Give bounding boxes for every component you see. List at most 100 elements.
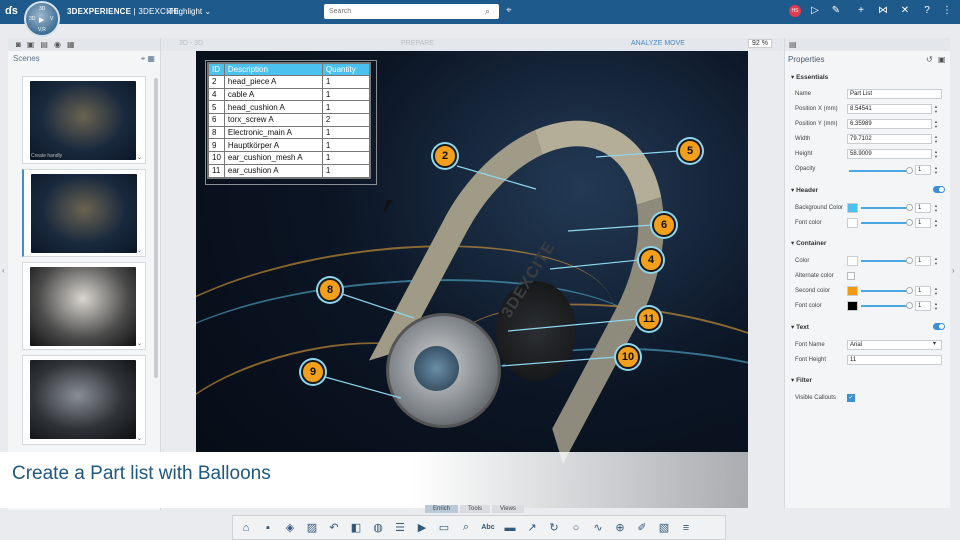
alt-color-checkbox[interactable] [847, 272, 855, 280]
tag-icon[interactable]: ⌖ [506, 5, 512, 16]
save-icon[interactable]: ▪ [259, 522, 277, 534]
text-icon[interactable]: Abc [479, 524, 497, 531]
section-header[interactable]: Header [791, 186, 818, 194]
tab-tools[interactable]: Tools [460, 505, 491, 513]
bg-color-swatch[interactable] [847, 203, 858, 213]
section-text[interactable]: Text [791, 323, 809, 331]
container-font-slider[interactable] [861, 305, 909, 307]
bg-color-field[interactable]: 1 [915, 203, 931, 213]
balloon-6[interactable]: 6 [652, 213, 676, 237]
second-slider-handle[interactable] [906, 287, 913, 294]
header-font-field[interactable]: 1 [915, 218, 931, 228]
cube-icon[interactable]: ◈ [281, 521, 299, 534]
part-list-table[interactable]: ID Description Quantity 2 head_piece A1 4… [208, 63, 370, 178]
container-slider-handle[interactable] [906, 257, 913, 264]
balloon-9[interactable]: 9 [301, 360, 325, 384]
rotate-icon[interactable]: ↻ [545, 521, 563, 534]
tools-icon[interactable]: ✕ [898, 5, 912, 16]
align-icon[interactable]: ≡ [677, 522, 695, 534]
section-essentials[interactable]: Essentials [791, 73, 828, 81]
curve-icon[interactable]: ∿ [589, 521, 607, 534]
font-height-field[interactable]: 11 [847, 355, 942, 365]
annotation-icon[interactable]: ⌕ [457, 521, 475, 534]
opacity-field[interactable]: 1 [915, 165, 931, 175]
container-font-swatch[interactable] [847, 301, 858, 311]
tab-views[interactable]: Views [492, 505, 524, 513]
gallery-icon[interactable]: ▦ [67, 40, 75, 49]
paint-icon[interactable]: ✐ [633, 521, 651, 534]
record-icon[interactable]: ◉ [54, 40, 61, 49]
visible-callouts-checkbox[interactable]: ✓ [847, 394, 855, 402]
camera-icon[interactable]: ◙ [16, 40, 21, 49]
width-stepper[interactable]: ▲ ▼ [932, 134, 940, 144]
layers-icon[interactable]: ☰ [391, 521, 409, 534]
search-input[interactable] [324, 4, 499, 19]
scene-thumbnail-2[interactable]: ⌄ [22, 169, 146, 257]
container-stepper[interactable]: ▲ ▼ [932, 256, 940, 266]
second-color-swatch[interactable] [847, 286, 858, 296]
balloon-10[interactable]: 10 [616, 345, 640, 369]
balloon-4[interactable]: 4 [639, 248, 663, 272]
network-icon[interactable]: ⋈ [876, 5, 890, 16]
cubes-icon[interactable]: ▧ [655, 521, 673, 534]
scene-icon[interactable]: ▣ [27, 40, 35, 49]
home-icon[interactable]: ⌂ [237, 522, 255, 534]
second-color-slider[interactable] [861, 290, 909, 292]
arrow-icon[interactable]: ↗ [523, 521, 541, 534]
screen-icon[interactable]: ▬ [501, 522, 519, 534]
height-stepper[interactable]: ▲ ▼ [932, 149, 940, 159]
header-toggle[interactable] [933, 186, 945, 193]
chevron-down-icon[interactable]: ⌄ [137, 340, 142, 347]
chevron-down-icon[interactable]: ⌄ [137, 435, 142, 442]
share-icon[interactable]: ▷ [808, 5, 822, 16]
container-color-swatch[interactable] [847, 256, 858, 266]
opacity-stepper[interactable]: ▲ ▼ [932, 165, 940, 175]
container-color-slider[interactable] [861, 260, 909, 262]
opacity-slider[interactable] [849, 170, 909, 172]
section-container[interactable]: Container [791, 239, 826, 247]
chevron-down-icon[interactable]: ⌄ [137, 154, 142, 161]
posy-stepper[interactable]: ▲ ▼ [932, 119, 940, 129]
balloon-11[interactable]: 11 [637, 307, 661, 331]
scene-manager-icon[interactable]: ◧ [347, 521, 365, 534]
text-toggle[interactable] [933, 323, 945, 330]
width-field[interactable]: 79.7102 [847, 134, 932, 144]
balloon-8[interactable]: 8 [318, 278, 342, 302]
header-font-slider[interactable] [861, 222, 909, 224]
header-font-stepper[interactable]: ▲ ▼ [932, 218, 940, 228]
posx-field[interactable]: 8.54541 [847, 104, 932, 114]
close-panel-icon[interactable]: ▣ [938, 55, 946, 64]
section-filter[interactable]: Filter [791, 376, 812, 384]
balloon-2[interactable]: 2 [433, 144, 457, 168]
panel-icon[interactable]: ▤ [789, 40, 797, 49]
view-mode[interactable]: 3D - 3D [179, 40, 203, 47]
undo-icon[interactable]: ↶ [325, 521, 343, 534]
chevron-down-icon[interactable]: ⌄ [137, 247, 142, 254]
container-font-stepper[interactable]: ▲ ▼ [932, 301, 940, 311]
container-font-slider-handle[interactable] [906, 302, 913, 309]
app-selector[interactable]: xHighlight ⌄ [167, 7, 211, 16]
posx-stepper[interactable]: ▲ ▼ [932, 104, 940, 114]
second-color-field[interactable]: 1 [915, 286, 931, 296]
posy-field[interactable]: 6.35989 [847, 119, 932, 129]
globe-icon[interactable]: ◍ [369, 521, 387, 534]
comment-icon[interactable]: ▭ [435, 521, 453, 534]
tool-icon[interactable]: ✎ [829, 5, 843, 16]
scene-thumbnail-4[interactable]: ⌄ [22, 355, 146, 445]
reset-icon[interactable]: ↺ [926, 55, 933, 64]
header-font-slider-handle[interactable] [906, 219, 913, 226]
container-color-field[interactable]: 1 [915, 256, 931, 266]
image-icon[interactable]: ▨ [303, 521, 321, 534]
play-icon[interactable]: ▶ [39, 16, 44, 24]
prepare-mode[interactable]: PREPARE [401, 40, 434, 47]
zoom-level[interactable]: 92 % [748, 39, 772, 48]
tab-enrich[interactable]: Enrich [425, 505, 459, 513]
avatar[interactable]: HS [789, 5, 801, 17]
balloon-5[interactable]: 5 [678, 139, 702, 163]
second-stepper[interactable]: ▲ ▼ [932, 286, 940, 296]
circle-icon[interactable]: ○ [567, 522, 585, 534]
3d-viewport[interactable]: 3DEXCITE 2 5 6 4 8 11 10 9 ID Descriptio… [196, 51, 748, 508]
opacity-slider-handle[interactable] [906, 167, 913, 174]
name-field[interactable]: Part List [847, 89, 942, 99]
height-field[interactable]: 58.9009 [847, 149, 932, 159]
